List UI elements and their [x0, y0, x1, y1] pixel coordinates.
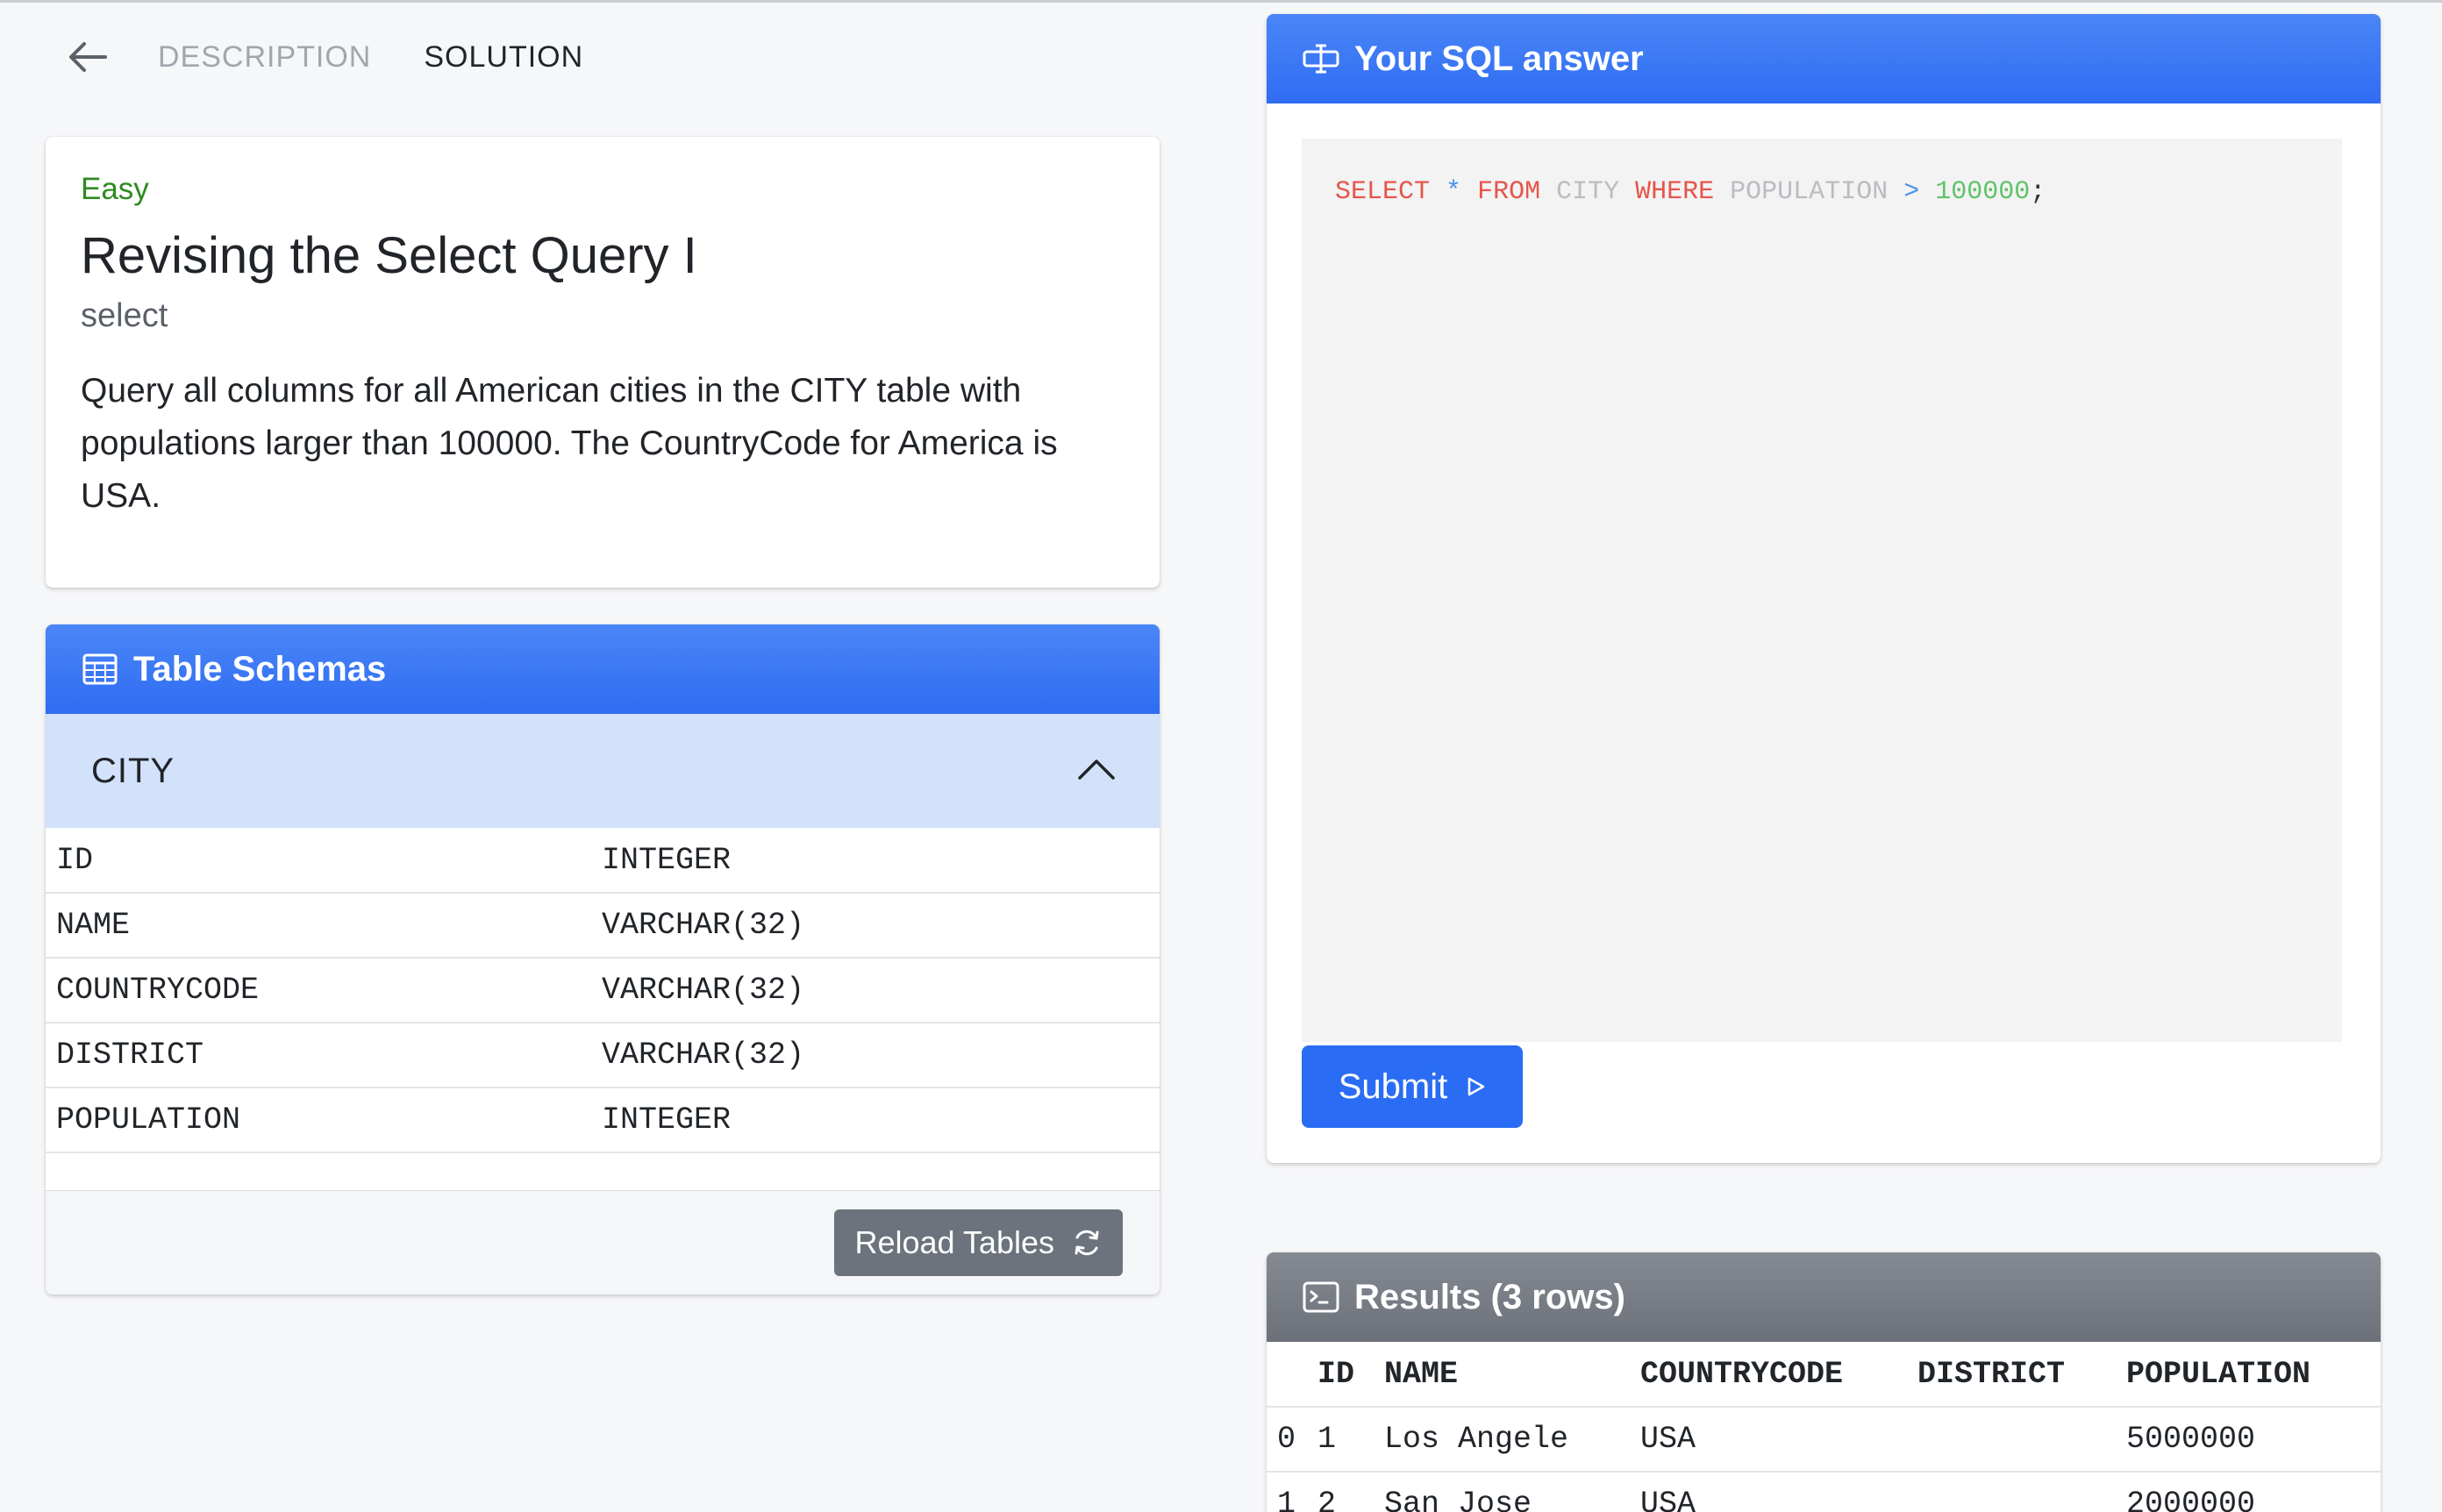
table-cell: USA: [1640, 1472, 1917, 1512]
schemas-header: Table Schemas: [46, 624, 1160, 714]
problem-description: Query all columns for all American citie…: [81, 372, 1058, 515]
column-header: [1267, 1342, 1317, 1408]
table-cell: 5000000: [2126, 1407, 2381, 1473]
sql-operator: *: [1446, 177, 1462, 207]
table-cell: San Jose: [1384, 1472, 1640, 1512]
table-cell: [1917, 1472, 2126, 1512]
sql-punctuation: ;: [2030, 177, 2046, 207]
difficulty-label: Easy: [81, 172, 149, 206]
reload-label: Reload Tables: [854, 1224, 1055, 1260]
results-title: Results (3 rows): [1354, 1277, 1625, 1316]
column-name: POPULATION: [46, 1088, 602, 1153]
problem-tag: select: [81, 297, 168, 334]
answer-header: Your SQL answer: [1267, 14, 2381, 103]
table-row: 0 1 Los Angele USA 5000000: [1267, 1407, 2381, 1473]
table-cell: 1: [1317, 1407, 1384, 1473]
submit-button[interactable]: Submit: [1302, 1045, 1523, 1128]
input-cursor-icon: [1302, 39, 1340, 78]
results-header: Results (3 rows): [1267, 1252, 2381, 1342]
table-row: DISTRICT VARCHAR(32): [46, 1023, 1160, 1088]
column-header: COUNTRYCODE: [1640, 1342, 1917, 1408]
column-name: NAME: [46, 893, 602, 959]
results-panel: Results (3 rows) ID NAME COUNTRYCODE DIS…: [1267, 1252, 2381, 1512]
table-row: 1 2 San Jose USA 2000000: [1267, 1472, 2381, 1512]
sql-editor[interactable]: SELECT * FROM CITY WHERE POPULATION > 10…: [1302, 139, 2342, 1042]
schema-table: ID INTEGER NAME VARCHAR(32) COUNTRYCODE …: [46, 828, 1160, 1153]
terminal-icon: [1302, 1278, 1340, 1316]
sql-identifier: POPULATION: [1730, 177, 1889, 207]
play-icon: [1467, 1076, 1486, 1097]
sql-identifier: CITY: [1556, 177, 1620, 207]
submit-label: Submit: [1338, 1066, 1448, 1106]
table-header-row: ID NAME COUNTRYCODE DISTRICT POPULATION: [1267, 1342, 2381, 1408]
column-name: COUNTRYCODE: [46, 958, 602, 1023]
answer-title: Your SQL answer: [1354, 39, 1644, 78]
row-index: 1: [1267, 1472, 1317, 1512]
column-type: VARCHAR(32): [602, 958, 1160, 1023]
table-row: ID INTEGER: [46, 828, 1160, 894]
sql-number: 100000: [1935, 177, 2031, 207]
table-cell: 2000000: [2126, 1472, 2381, 1512]
column-header: DISTRICT: [1917, 1342, 2126, 1408]
column-name: DISTRICT: [46, 1023, 602, 1088]
accordion-label: CITY: [91, 751, 175, 790]
table-icon: [81, 650, 119, 688]
column-type: VARCHAR(32): [602, 1023, 1160, 1088]
table-cell: Los Angele: [1384, 1407, 1640, 1473]
top-nav: DESCRIPTION SOLUTION: [61, 26, 583, 88]
results-table: ID NAME COUNTRYCODE DISTRICT POPULATION …: [1267, 1342, 2381, 1512]
sql-operator: >: [1903, 177, 1920, 207]
sql-keyword: SELECT: [1335, 177, 1431, 207]
accordion-city[interactable]: CITY: [46, 714, 1160, 828]
sql-keyword: WHERE: [1635, 177, 1715, 207]
schemas-footer: Reload Tables: [46, 1191, 1160, 1294]
problem-card: Easy Revising the Select Query I select …: [46, 137, 1160, 588]
back-arrow-icon[interactable]: [61, 31, 114, 83]
column-type: INTEGER: [602, 828, 1160, 894]
divider: [46, 1153, 1160, 1192]
column-type: VARCHAR(32): [602, 893, 1160, 959]
refresh-icon: [1072, 1228, 1102, 1258]
table-schemas-panel: Table Schemas CITY ID INTEGER NAME VARCH…: [46, 624, 1160, 1294]
top-border: [0, 0, 2442, 3]
tab-description[interactable]: DESCRIPTION: [158, 40, 371, 75]
table-cell: 2: [1317, 1472, 1384, 1512]
column-header: ID: [1317, 1342, 1384, 1408]
table-cell: [1917, 1407, 2126, 1473]
row-index: 0: [1267, 1407, 1317, 1473]
column-type: INTEGER: [602, 1088, 1160, 1153]
problem-title: Revising the Select Query I: [81, 227, 697, 284]
sql-answer-panel: Your SQL answer SELECT * FROM CITY WHERE…: [1267, 14, 2381, 1163]
table-row: COUNTRYCODE VARCHAR(32): [46, 958, 1160, 1023]
chevron-up-icon: [1077, 758, 1116, 785]
table-cell: USA: [1640, 1407, 1917, 1473]
table-row: NAME VARCHAR(32): [46, 893, 1160, 959]
sql-keyword: FROM: [1477, 177, 1541, 207]
schemas-title: Table Schemas: [133, 649, 387, 688]
table-row: POPULATION INTEGER: [46, 1088, 1160, 1153]
tab-solution[interactable]: SOLUTION: [424, 40, 583, 75]
column-header: NAME: [1384, 1342, 1640, 1408]
reload-tables-button[interactable]: Reload Tables: [833, 1209, 1123, 1276]
column-header: POPULATION: [2126, 1342, 2381, 1408]
column-name: ID: [46, 828, 602, 894]
